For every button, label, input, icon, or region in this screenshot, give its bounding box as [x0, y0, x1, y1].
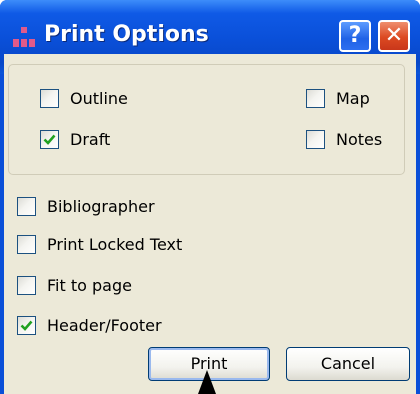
checkbox-box[interactable] [17, 315, 36, 335]
checkbox-label: Print Locked Text [47, 234, 183, 254]
checkbox-box[interactable] [40, 88, 59, 108]
checkbox-label: Outline [70, 88, 128, 108]
checkbox-notes[interactable]: Notes [306, 127, 382, 151]
close-button[interactable]: ✕ [378, 20, 410, 52]
checkbox-label: Notes [336, 129, 383, 149]
checkbox-label: Header/Footer [47, 315, 162, 335]
check-icon [43, 134, 56, 145]
check-icon [20, 320, 33, 331]
checkbox-draft[interactable]: Draft [40, 127, 110, 151]
checkbox-label: Map [336, 88, 370, 108]
bar-chart-icon [13, 27, 35, 47]
checkbox-box[interactable] [40, 129, 59, 149]
help-button[interactable]: ? [339, 20, 371, 52]
checkbox-label: Fit to page [47, 275, 132, 295]
checkbox-map[interactable]: Map [306, 86, 370, 110]
close-icon: ✕ [384, 23, 404, 48]
help-icon: ? [348, 23, 362, 48]
checkbox-outline[interactable]: Outline [40, 86, 128, 110]
checkbox-label: Draft [70, 129, 111, 149]
checkbox-label: Bibliographer [47, 196, 155, 216]
window-title: Print Options [44, 22, 209, 47]
mouse-pointer-icon [198, 370, 216, 394]
checkbox-box[interactable] [306, 88, 325, 108]
cancel-button[interactable]: Cancel [286, 347, 410, 381]
checkbox-box[interactable] [17, 196, 36, 216]
dialog-body: Outline Map Draft Notes Bibliographer Pr… [4, 54, 416, 394]
print-options-window: Print Options ? ✕ Outline Map Draft Note… [0, 0, 420, 394]
checkbox-box[interactable] [17, 234, 36, 254]
checkbox-bibliographer[interactable]: Bibliographer [17, 194, 155, 218]
checkbox-fit-to-page[interactable]: Fit to page [17, 273, 132, 297]
checkbox-header-footer[interactable]: Header/Footer [17, 313, 162, 337]
checkbox-box[interactable] [306, 129, 325, 149]
document-parts-group: Outline Map Draft Notes [8, 64, 405, 175]
checkbox-print-locked-text[interactable]: Print Locked Text [17, 232, 182, 256]
checkbox-box[interactable] [17, 275, 36, 295]
